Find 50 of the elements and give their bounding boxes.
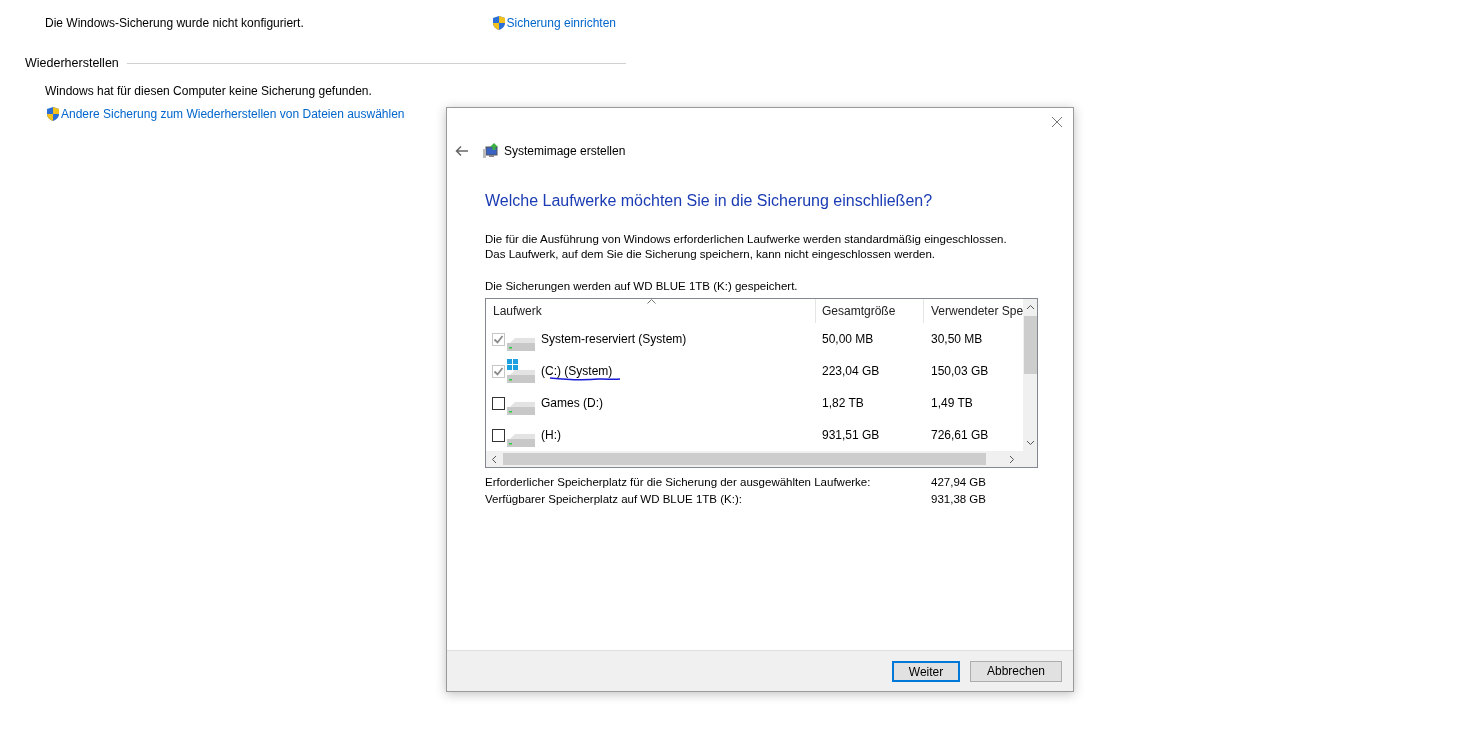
dialog-title: Systemimage erstellen — [504, 143, 626, 160]
used-cell-text: 150,03 GB — [930, 363, 990, 381]
drive-name: Games (D:) — [541, 396, 603, 411]
sort-caret-icon — [647, 299, 656, 305]
summary-label: Verfügbarer Speicherplatz auf WD BLUE 1TB (K:): — [485, 492, 743, 508]
drive-name: (C:) (System) — [541, 364, 613, 379]
horizontal-scrollbar[interactable] — [486, 451, 1037, 468]
windows-logo-icon — [507, 359, 518, 371]
dialog-button[interactable]: Weiter — [892, 660, 960, 682]
target-note: Die Sicherungen werden auf WD BLUE 1TB (K:) gespeichert. — [485, 279, 799, 294]
computer-backup-icon — [483, 143, 499, 159]
column-header[interactable]: Verwendeter Spe — [924, 299, 1024, 324]
shield-icon — [490, 15, 507, 31]
used-cell-text: 30,50 MB — [930, 331, 984, 349]
drive-icon — [507, 338, 535, 352]
drive-name: (H:) — [541, 428, 561, 443]
size-cell-text: 1,82 TB — [821, 395, 865, 413]
checkbox[interactable] — [492, 396, 505, 410]
used-cell-text: 1,49 TB — [930, 395, 974, 413]
drive-icon — [507, 402, 535, 416]
size-cell-text: 50,00 MB — [821, 331, 875, 349]
summary-label: Erforderlicher Speicherplatz für die Sicherung der ausgewählten Laufwerke: — [485, 475, 872, 491]
scroll-thumb[interactable] — [503, 453, 986, 466]
back-arrow-icon[interactable] — [455, 145, 469, 157]
dialog-button[interactable]: Abbrechen — [970, 660, 1062, 682]
vertical-scrollbar[interactable] — [1023, 299, 1037, 452]
drive-icon — [507, 434, 535, 448]
drive-row[interactable]: Games (D:) 1,82 TB 1,49 TB — [486, 387, 1024, 420]
checkbox[interactable] — [492, 428, 505, 442]
status-text: Windows hat für diesen Computer keine Sicherung gefunden. — [45, 83, 372, 98]
summary-value: 931,38 GB — [931, 492, 986, 508]
drive-icon — [507, 370, 535, 384]
size-cell-text: 223,04 GB — [821, 363, 881, 381]
setup-backup-link[interactable]: Sicherung einrichten — [490, 14, 616, 32]
column-header[interactable]: Gesamtgröße — [816, 299, 924, 324]
scroll-thumb[interactable] — [1023, 316, 1037, 375]
description-text: Die für die Ausführung von Windows erforderlichen Laufwerke werden standardmäßig eingeschlossen. — [485, 232, 1008, 247]
drive-name: System-reserviert (System) — [541, 332, 687, 347]
used-cell-text: 726,61 GB — [930, 427, 990, 445]
shield-icon — [45, 105, 61, 122]
dialog-heading: Welche Laufwerke möchten Sie in die Sicherung einschließen? — [485, 191, 934, 211]
summary-value: 427,94 GB — [931, 475, 986, 491]
description-text: Das Laufwerk, auf dem Sie die Sicherung speichern, kann nicht eingeschlossen werden. — [485, 247, 937, 262]
section-heading: Wiederherstellen — [25, 55, 119, 72]
drive-row[interactable]: (H:) 931,51 GB 726,61 GB — [486, 419, 1024, 452]
size-cell-text: 931,51 GB — [821, 427, 881, 445]
close-icon[interactable] — [1051, 116, 1063, 128]
column-header[interactable]: Laufwerk — [486, 299, 816, 324]
restore-link[interactable]: Andere Sicherung zum Wiederherstellen von Dateien auswählen — [45, 104, 405, 123]
status-text: Die Windows-Sicherung wurde nicht konfiguriert. — [45, 15, 304, 32]
